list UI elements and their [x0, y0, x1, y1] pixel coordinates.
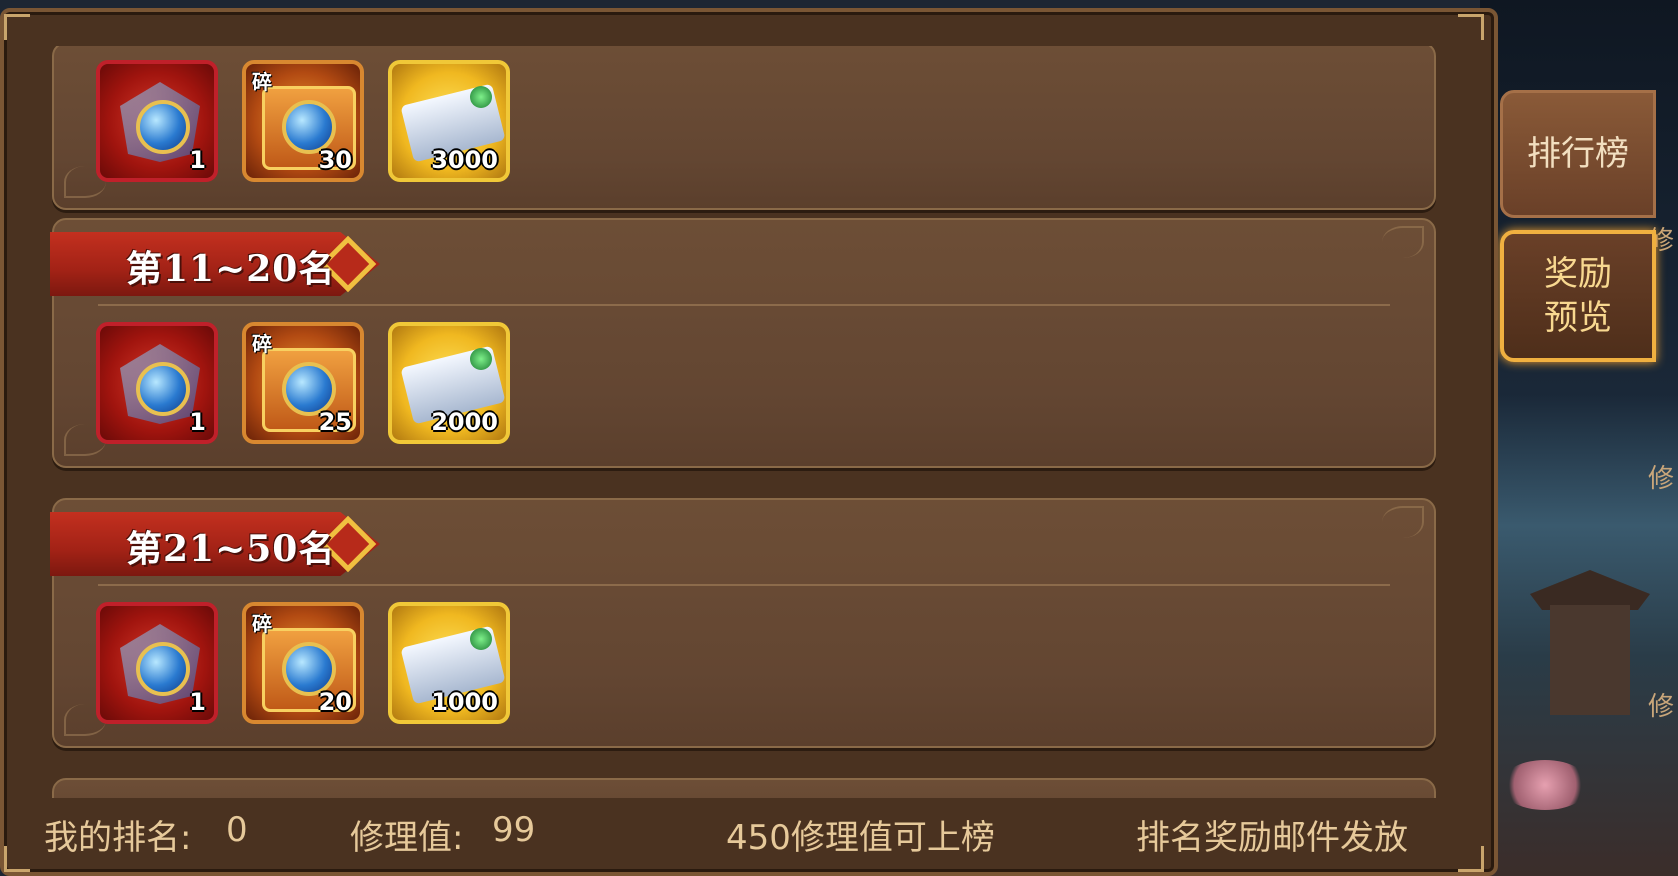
fragment-mark: 碎 [252, 70, 272, 94]
tier-divider [98, 304, 1390, 306]
item-count: 25 [318, 408, 352, 436]
rank-status-bar: 我的排名: 0 修理值: 99 450修理值可上榜 排名奖励邮件发放 [4, 804, 1494, 864]
tab-reward-preview[interactable]: 奖励 预览 [1500, 230, 1656, 362]
item-count: 2000 [431, 408, 498, 436]
card-ornament [1382, 226, 1424, 258]
reward-tier-card: 1 碎 30 3000 [52, 46, 1436, 210]
scroll-icon[interactable]: 3000 [388, 60, 510, 182]
tier-label: 第11~20名 [126, 248, 336, 290]
scroll-knob [470, 628, 492, 650]
item-count: 1 [189, 146, 206, 174]
chest-fragment-icon[interactable]: 碎 25 [242, 322, 364, 444]
pagoda-tower [1550, 605, 1630, 715]
reward-items: 1 碎 20 1000 [96, 602, 510, 724]
reward-tier-card-partial [52, 778, 1436, 798]
fragment-mark: 碎 [252, 612, 272, 636]
fragment-mark: 碎 [252, 332, 272, 356]
tab-leaderboard[interactable]: 排行榜 [1500, 90, 1656, 218]
repair-value-label: 修理值: [350, 818, 464, 858]
pagoda-roof [1530, 570, 1650, 610]
repair-value: 99 [492, 810, 536, 850]
treasure-box-icon[interactable]: 1 [96, 602, 218, 724]
scroll-knob [470, 86, 492, 108]
my-rank-value: 0 [226, 810, 248, 850]
tab-leaderboard-label: 排行榜 [1527, 134, 1629, 174]
tab-reward-preview-line1: 奖励 [1544, 254, 1612, 294]
tab-reward-preview-line2: 预览 [1544, 298, 1612, 338]
gem-shape [136, 100, 190, 154]
chest-fragment-icon[interactable]: 碎 30 [242, 60, 364, 182]
item-count: 30 [318, 146, 352, 174]
treasure-box-icon[interactable]: 1 [96, 322, 218, 444]
scroll-icon[interactable]: 2000 [388, 322, 510, 444]
my-rank-label: 我的排名: [44, 818, 192, 858]
tier-divider [98, 584, 1390, 586]
panel-corner-ornament [1458, 14, 1484, 40]
tier-label: 第21~50名 [126, 528, 336, 570]
edge-text-3: 修 [1648, 692, 1675, 722]
mail-note: 排名奖励邮件发放 [1136, 818, 1408, 858]
item-count: 1000 [431, 688, 498, 716]
scroll-icon[interactable]: 1000 [388, 602, 510, 724]
treasure-box-icon[interactable]: 1 [96, 60, 218, 182]
gem-shape [136, 362, 190, 416]
reward-items: 1 碎 30 3000 [96, 60, 510, 182]
threshold-note: 450修理值可上榜 [726, 818, 995, 858]
gem-shape [136, 642, 190, 696]
card-ornament [1382, 506, 1424, 538]
item-count: 1 [189, 408, 206, 436]
scroll-knob [470, 348, 492, 370]
reward-items: 1 碎 25 2000 [96, 322, 510, 444]
reward-tier-list[interactable]: 1 碎 30 3000 第11~20名 1 碎 25 2000 第21~50名 … [48, 46, 1440, 798]
chest-fragment-icon[interactable]: 碎 20 [242, 602, 364, 724]
reward-tier-card: 第21~50名 1 碎 20 1000 [50, 498, 1436, 748]
item-count: 3000 [431, 146, 498, 174]
reward-tier-card: 第11~20名 1 碎 25 2000 [50, 218, 1436, 468]
panel-corner-ornament [4, 14, 30, 40]
item-count: 20 [318, 688, 352, 716]
item-count: 1 [189, 688, 206, 716]
edge-text-2: 修 [1648, 464, 1675, 494]
cherry-blossom [1500, 760, 1590, 810]
